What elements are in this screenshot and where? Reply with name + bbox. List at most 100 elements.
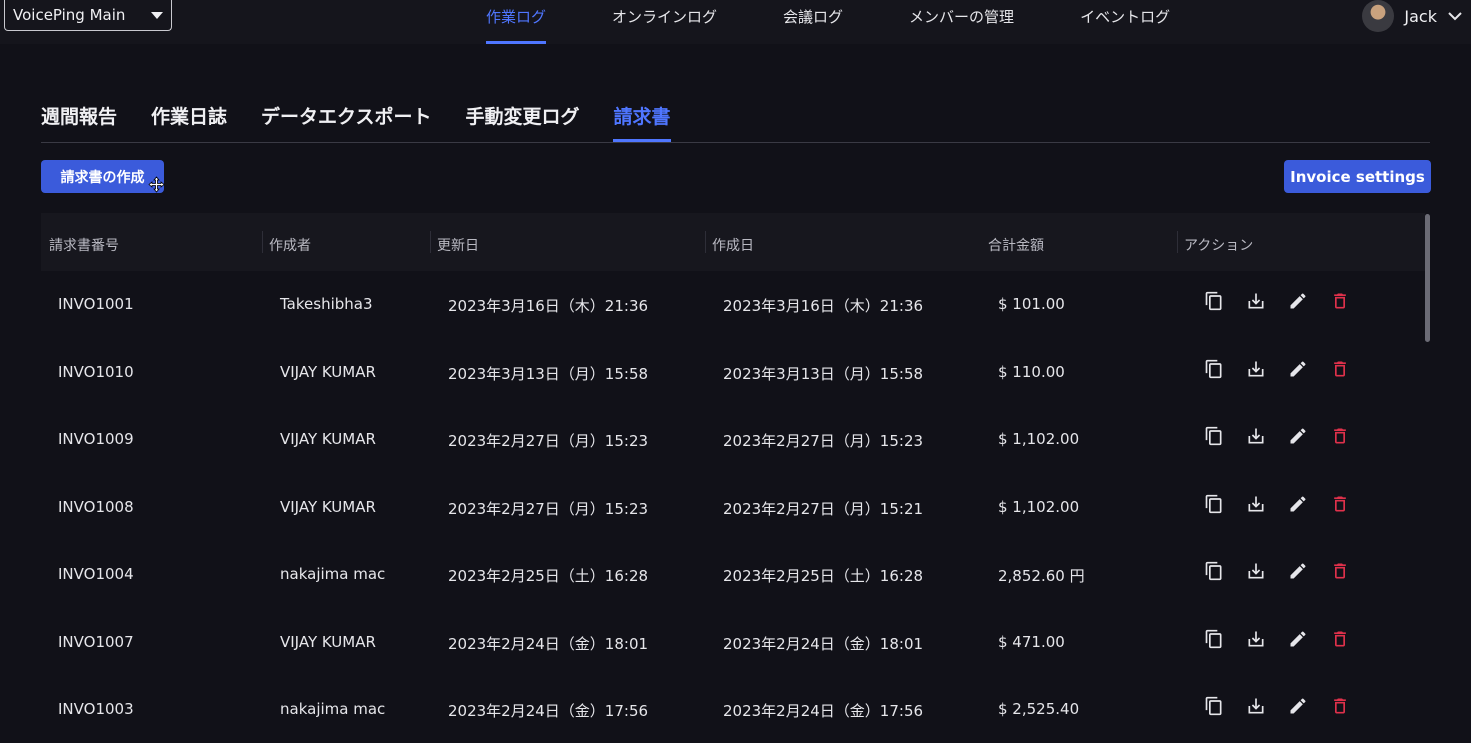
delete-icon[interactable] bbox=[1330, 561, 1350, 581]
table-row[interactable]: INVO1009 VIJAY KUMAR 2023年2月27日（月）15:23 202… bbox=[41, 406, 1425, 473]
table-row[interactable]: INVO1008 VIJAY KUMAR 2023年2月27日（月）15:23 202… bbox=[41, 474, 1425, 541]
invoice-number-cell: INVO1010 bbox=[58, 362, 134, 381]
workspace-name: VoicePing Main bbox=[13, 6, 126, 24]
header-divider bbox=[430, 231, 431, 253]
delete-icon[interactable] bbox=[1330, 426, 1350, 446]
author-cell: nakajima mac bbox=[280, 700, 386, 718]
edit-icon[interactable] bbox=[1288, 629, 1308, 649]
invoice-number-cell: INVO1001 bbox=[58, 295, 134, 313]
invoice-settings-button[interactable]: Invoice settings bbox=[1284, 160, 1431, 193]
delete-icon[interactable] bbox=[1330, 359, 1350, 379]
table-header: 請求書番号 作成者 更新日 作成日 合計金額 アクション bbox=[41, 213, 1425, 271]
edit-icon[interactable] bbox=[1288, 291, 1308, 311]
header-actions: アクション bbox=[1184, 238, 1254, 254]
copy-icon[interactable] bbox=[1204, 561, 1224, 581]
updated-date-cell: 2023年2月25日（土）16:28 bbox=[448, 567, 649, 585]
nav-item-event-log[interactable]: イベントログ bbox=[1064, 0, 1186, 44]
updated-date-cell: 2023年2月24日（金）17:56 bbox=[448, 702, 649, 720]
created-date-cell: 2023年2月27日（月）15:21 bbox=[723, 499, 924, 518]
tab-data-export[interactable]: データエクスポート bbox=[261, 100, 431, 142]
updated-date-cell: 2023年2月27日（月）15:23 bbox=[448, 432, 649, 450]
table-row[interactable]: INVO1004 nakajima mac 2023年2月25日（土）16:28 20… bbox=[41, 541, 1425, 608]
copy-icon[interactable] bbox=[1204, 494, 1224, 514]
header-created: 作成日 bbox=[712, 238, 754, 254]
author-cell: VIJAY KUMAR bbox=[280, 497, 376, 516]
delete-icon[interactable] bbox=[1330, 494, 1350, 514]
copy-icon[interactable] bbox=[1204, 359, 1224, 379]
table-scrollbar[interactable] bbox=[1425, 214, 1430, 342]
download-icon[interactable] bbox=[1246, 291, 1266, 311]
main-nav: 作業ログ オンラインログ 会議ログ メンバーの管理 イベントログ bbox=[470, 0, 1220, 44]
invoice-number-cell: INVO1008 bbox=[58, 497, 134, 516]
row-actions bbox=[1204, 561, 1372, 581]
download-icon[interactable] bbox=[1246, 359, 1266, 379]
edit-icon[interactable] bbox=[1288, 494, 1308, 514]
invoice-number-cell: INVO1003 bbox=[58, 700, 134, 718]
invoice-number-cell: INVO1009 bbox=[58, 430, 134, 448]
chevron-down-icon[interactable] bbox=[1447, 8, 1463, 24]
download-icon[interactable] bbox=[1246, 494, 1266, 514]
user-menu[interactable]: Jack bbox=[1362, 0, 1471, 32]
total-amount-cell: $ 110.00 bbox=[998, 362, 1065, 381]
download-icon[interactable] bbox=[1246, 561, 1266, 581]
download-icon[interactable] bbox=[1246, 629, 1266, 649]
row-actions bbox=[1204, 359, 1372, 379]
total-amount-cell: $ 1,102.00 bbox=[998, 497, 1080, 516]
table-row[interactable]: INVO1003 nakajima mac 2023年2月24日（金）17:56 20… bbox=[41, 676, 1425, 743]
invoice-tabs: 週間報告 作業日誌 データエクスポート 手動変更ログ 請求書 bbox=[41, 100, 1430, 143]
workspace-select[interactable]: VoicePing Main bbox=[4, 0, 172, 31]
header-author: 作成者 bbox=[269, 238, 311, 254]
delete-icon[interactable] bbox=[1330, 629, 1350, 649]
table-row[interactable]: INVO1010 VIJAY KUMAR 2023年3月13日（月）15:58 202… bbox=[41, 339, 1425, 406]
author-cell: VIJAY KUMAR bbox=[280, 430, 376, 448]
copy-icon[interactable] bbox=[1204, 291, 1224, 311]
total-amount-cell: $ 2,525.40 bbox=[998, 700, 1080, 718]
caret-down-icon bbox=[151, 12, 163, 19]
copy-icon[interactable] bbox=[1204, 426, 1224, 446]
edit-icon[interactable] bbox=[1288, 561, 1308, 581]
author-cell: VIJAY KUMAR bbox=[280, 362, 376, 381]
delete-icon[interactable] bbox=[1330, 291, 1350, 311]
nav-item-work-log[interactable]: 作業ログ bbox=[470, 0, 562, 44]
invoice-number-cell: INVO1007 bbox=[58, 632, 134, 651]
table-row[interactable]: INVO1007 VIJAY KUMAR 2023年2月24日（金）18:01 202… bbox=[41, 609, 1425, 676]
header-divider bbox=[705, 231, 706, 253]
edit-icon[interactable] bbox=[1288, 696, 1308, 716]
header-divider bbox=[262, 231, 263, 253]
delete-icon[interactable] bbox=[1330, 696, 1350, 716]
tab-weekly-report[interactable]: 週間報告 bbox=[41, 100, 117, 142]
updated-date-cell: 2023年3月16日（木）21:36 bbox=[448, 297, 649, 315]
author-cell: nakajima mac bbox=[280, 565, 386, 583]
updated-date-cell: 2023年3月13日（月）15:58 bbox=[448, 364, 649, 383]
row-actions bbox=[1204, 629, 1372, 649]
tab-work-diary[interactable]: 作業日誌 bbox=[151, 100, 227, 142]
row-actions bbox=[1204, 426, 1372, 446]
copy-icon[interactable] bbox=[1204, 696, 1224, 716]
created-date-cell: 2023年3月16日（木）21:36 bbox=[723, 297, 924, 315]
edit-icon[interactable] bbox=[1288, 426, 1308, 446]
tab-invoices[interactable]: 請求書 bbox=[613, 100, 671, 142]
download-icon[interactable] bbox=[1246, 696, 1266, 716]
table-row[interactable]: INVO1001 Takeshibha3 2023年3月16日（木）21:36 202… bbox=[41, 271, 1425, 338]
nav-item-member-management[interactable]: メンバーの管理 bbox=[893, 0, 1030, 44]
header-updated: 更新日 bbox=[437, 238, 479, 254]
row-actions bbox=[1204, 291, 1372, 311]
row-actions bbox=[1204, 494, 1372, 514]
avatar[interactable] bbox=[1362, 0, 1395, 32]
edit-icon[interactable] bbox=[1288, 359, 1308, 379]
updated-date-cell: 2023年2月27日（月）15:23 bbox=[448, 499, 649, 518]
copy-icon[interactable] bbox=[1204, 629, 1224, 649]
move-cursor-icon bbox=[148, 176, 165, 193]
header-invoice-number: 請求書番号 bbox=[49, 238, 119, 254]
nav-item-meeting-log[interactable]: 会議ログ bbox=[767, 0, 859, 44]
created-date-cell: 2023年2月24日（金）17:56 bbox=[723, 702, 924, 720]
created-date-cell: 2023年3月13日（月）15:58 bbox=[723, 364, 924, 383]
total-amount-cell: $ 1,102.00 bbox=[998, 430, 1080, 448]
download-icon[interactable] bbox=[1246, 426, 1266, 446]
create-invoice-button[interactable]: 請求書の作成 bbox=[41, 160, 164, 193]
created-date-cell: 2023年2月24日（金）18:01 bbox=[723, 634, 924, 653]
invoice-table: 請求書番号 作成者 更新日 作成日 合計金額 アクション INVO1001 Tak… bbox=[41, 213, 1425, 720]
nav-item-online-log[interactable]: オンラインログ bbox=[596, 0, 733, 44]
header-total: 合計金額 bbox=[988, 238, 1044, 254]
tab-manual-change-log[interactable]: 手動変更ログ bbox=[465, 100, 579, 142]
